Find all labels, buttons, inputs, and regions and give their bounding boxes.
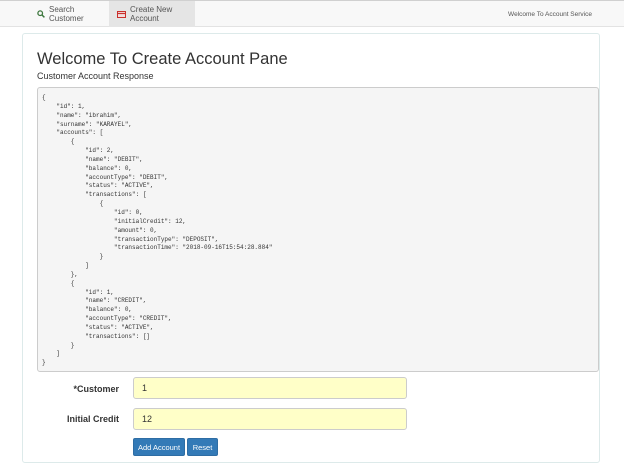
search-icon [37, 10, 45, 18]
initial-credit-label: Initial Credit [66, 414, 119, 424]
page-title: Welcome To Create Account Pane [37, 50, 288, 68]
top-navbar: Search Customer Create New Account Welco… [0, 0, 624, 27]
customer-input[interactable] [133, 377, 407, 399]
customer-label: *Customer [73, 384, 119, 394]
card-icon [117, 10, 126, 18]
add-account-button[interactable]: Add Account [133, 438, 185, 456]
tab-search-customer-label: Search Customer [49, 5, 84, 23]
tab-create-new-account-label: Create New Account [130, 5, 173, 23]
tab-search-customer[interactable]: Search Customer [29, 1, 109, 27]
initial-credit-input[interactable] [133, 408, 407, 430]
reset-button[interactable]: Reset [187, 438, 218, 456]
welcome-text: Welcome To Account Service [508, 10, 592, 18]
page-subtitle: Customer Account Response [37, 71, 154, 81]
response-json-box: { "id": 1, "name": "ibrahim", "surname":… [37, 87, 599, 372]
response-json-text: { "id": 1, "name": "ibrahim", "surname":… [42, 94, 273, 367]
tab-create-new-account[interactable]: Create New Account [109, 1, 195, 27]
